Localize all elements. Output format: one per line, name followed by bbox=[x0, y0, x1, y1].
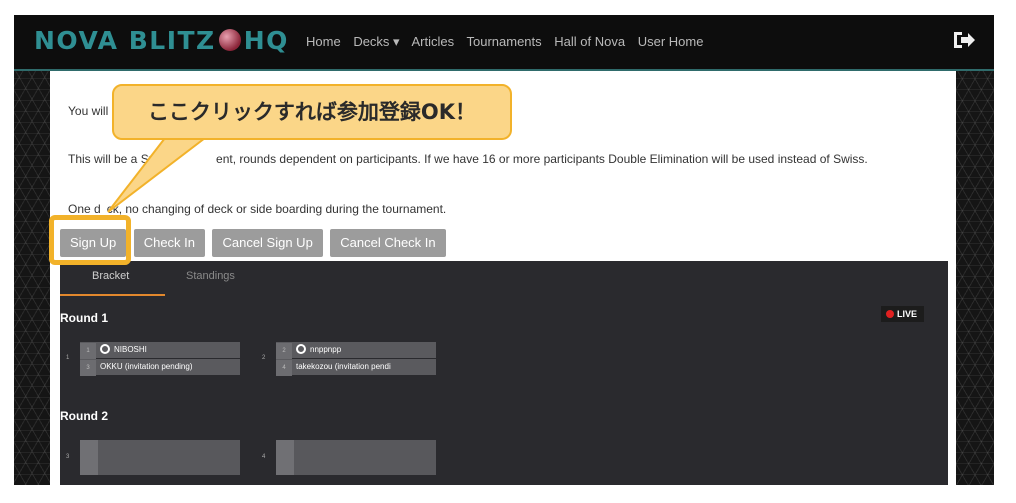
sign-up-highlight-box bbox=[49, 215, 131, 265]
annotation-callout: ここクリックすれば参加登録OK！ bbox=[112, 84, 512, 140]
callout-pointer bbox=[107, 133, 208, 213]
